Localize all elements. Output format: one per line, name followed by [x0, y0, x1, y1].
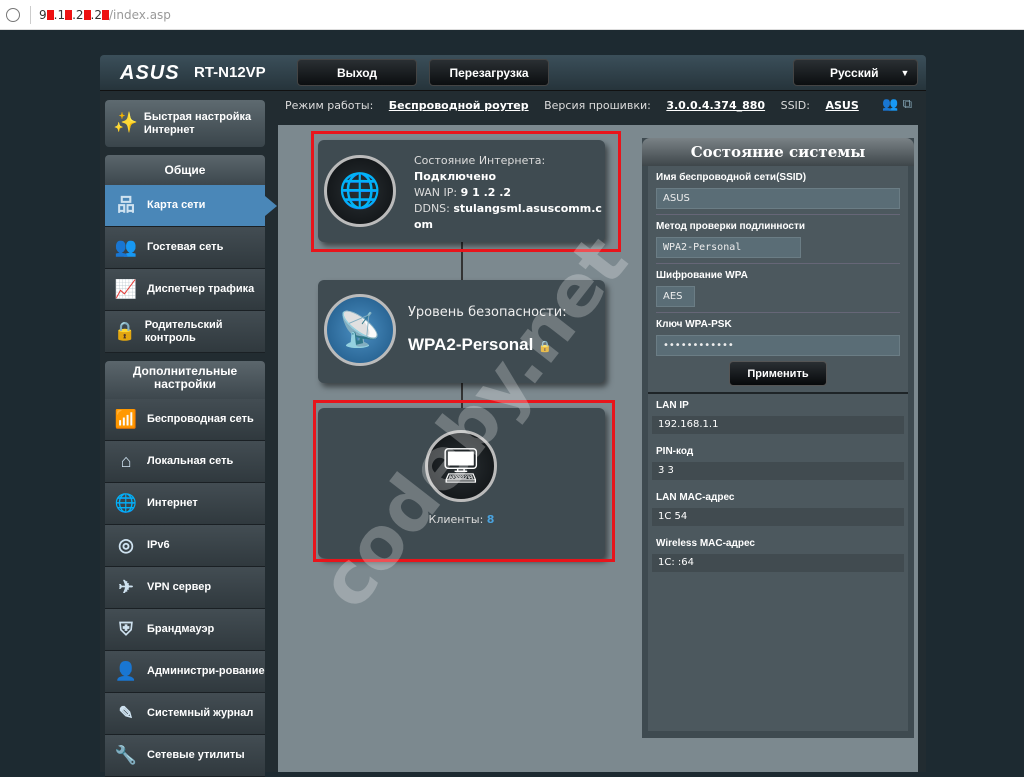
ssid-input[interactable]: ASUS	[656, 188, 900, 209]
windows-icon[interactable]: ⧉	[903, 97, 912, 112]
wpa-key-input[interactable]: ••••••••••••	[656, 335, 900, 356]
network-map-icon: 品	[117, 195, 135, 215]
lan-mac-value: 1C 54	[652, 508, 904, 526]
highlight-box	[313, 400, 615, 562]
url-text: 9	[39, 7, 47, 22]
ssid-label: SSID:	[780, 99, 810, 112]
pin-label: PIN-код	[656, 446, 694, 457]
sidebar-item[interactable]: 🌐 Интернет	[105, 483, 265, 525]
sidebar-item-label: VPN сервер	[147, 581, 212, 593]
header: ASUS RT-N12VP Выход Перезагрузка Русский…	[100, 55, 926, 91]
users-icon[interactable]: 👥	[882, 97, 898, 112]
lan-ip-label: LAN IP	[656, 400, 689, 411]
tools-icon: 🔧	[114, 745, 138, 765]
reboot-button[interactable]: Перезагрузка	[429, 59, 549, 86]
section-general: Общие	[105, 155, 265, 185]
security-title: Уровень безопасности:	[408, 305, 567, 320]
chevron-down-icon: ▼	[900, 67, 910, 78]
lan-ip-value: 192.168.1.1	[652, 416, 904, 434]
asus-logo: ASUS	[120, 62, 180, 84]
logout-button[interactable]: Выход	[297, 59, 417, 86]
section-advanced: Дополнительные настройки	[105, 361, 265, 399]
lock-icon: 🔒	[113, 321, 137, 341]
enc-value: AES	[663, 291, 683, 302]
security-value: WPA2-Personal	[408, 335, 534, 354]
traffic-icon: 📈	[114, 279, 138, 299]
mode-link[interactable]: Беспроводной роутер	[389, 99, 529, 112]
system-status-panel: Состояние системы Имя беспроводной сети(…	[642, 138, 914, 738]
sidebar-item-label: Родительский контроль	[144, 318, 223, 344]
sidebar-item-label: Беспроводная сеть	[147, 413, 254, 425]
sidebar-item-label: Карта сети	[147, 199, 206, 211]
guest-network-icon: 👥	[114, 237, 138, 257]
sidebar-item[interactable]: 🔧 Сетевые утилиты	[105, 735, 265, 777]
sidebar: ✨ Быстрая настройка Интернет Общие 品 Карта…	[105, 100, 277, 777]
enc-label: Шифрование WPA	[656, 270, 748, 281]
highlight-box	[311, 131, 621, 252]
sidebar-item-label: Брандмауэр	[147, 623, 215, 635]
fw-label: Версия прошивки:	[544, 99, 651, 112]
pin-value: 3 3	[652, 462, 904, 480]
sidebar-item-label: Сетевые утилиты	[147, 749, 245, 761]
sidebar-item-label: Интернет	[147, 497, 198, 509]
url-part: .2	[72, 7, 84, 22]
model-name: RT-N12VP	[194, 64, 266, 81]
quick-setup-label: Быстрая настройка Интернет	[143, 110, 252, 136]
sidebar-item[interactable]: ✎ Системный журнал	[105, 693, 265, 735]
wmac-label: Wireless MAC-адрес	[656, 538, 755, 549]
info-bar: Режим работы: Беспроводной роутер Версия…	[285, 99, 871, 112]
sidebar-item[interactable]: 品 Карта сети	[105, 185, 277, 227]
sidebar-item[interactable]: 👤 Администри-рование	[105, 651, 265, 693]
sidebar-item[interactable]: 🔒 Родительский контроль	[105, 311, 265, 353]
router-icon: 📡	[324, 294, 396, 366]
admin-icon: 👤	[114, 661, 138, 681]
language-select[interactable]: Русский ▼	[793, 59, 918, 86]
sidebar-item-label: Локальная сеть	[147, 455, 234, 467]
wifi-icon: 📶	[114, 409, 138, 429]
router-panel: ASUS RT-N12VP Выход Перезагрузка Русский…	[100, 55, 926, 777]
globe-icon	[6, 7, 20, 22]
lan-mac-label: LAN MAC-адрес	[656, 492, 735, 503]
sidebar-item[interactable]: ◎ IPv6	[105, 525, 265, 567]
sidebar-item-label: Системный журнал	[147, 707, 254, 719]
ssid-label: Имя беспроводной сети(SSID)	[656, 172, 807, 183]
mode-label: Режим работы:	[285, 99, 374, 112]
sidebar-item-label: IPv6	[147, 539, 170, 551]
log-icon: ✎	[118, 703, 134, 723]
shield-icon: ⛨	[119, 619, 133, 639]
quick-setup-button[interactable]: ✨ Быстрая настройка Интернет	[105, 100, 265, 147]
sidebar-item-label: Администри-рование	[147, 665, 265, 677]
vpn-icon: ✈	[118, 577, 134, 597]
sidebar-item[interactable]: 📈 Диспетчер трафика	[105, 269, 265, 311]
security-card[interactable]: 📡 Уровень безопасности: WPA2-Personal 🔒	[318, 280, 605, 383]
sidebar-item-label: Гостевая сеть	[147, 241, 224, 253]
lock-icon: 🔒	[538, 341, 552, 353]
address-bar[interactable]: 9 .1 .2 .2/index.asp	[0, 0, 1024, 30]
globe-icon: 🌐	[114, 493, 138, 513]
url-part: .2	[90, 7, 102, 22]
auth-value: WPA2-Personal	[663, 242, 742, 253]
sidebar-item[interactable]: 👥 Гостевая сеть	[105, 227, 265, 269]
sidebar-item[interactable]: 📶 Беспроводная сеть	[105, 399, 265, 441]
wmac-value: 1C: :64	[652, 554, 904, 572]
ipv6-icon: ◎	[118, 535, 134, 555]
url-part: .1	[53, 7, 66, 22]
auth-label: Метод проверки подлинности	[656, 221, 806, 232]
fw-link[interactable]: 3.0.0.4.374_880	[666, 99, 765, 112]
key-label: Ключ WPA-PSK	[656, 319, 732, 330]
ssid-link[interactable]: ASUS	[825, 99, 858, 112]
system-title: Состояние системы	[642, 138, 914, 166]
wand-icon: ✨	[113, 112, 138, 134]
apply-button[interactable]: Применить	[729, 361, 827, 386]
sidebar-item[interactable]: ⛨ Брандмауэр	[105, 609, 265, 651]
auth-select[interactable]: WPA2-Personal	[656, 237, 801, 258]
network-map: 🌐 Состояние Интернета: Подключено WAN IP…	[278, 125, 918, 772]
sidebar-item[interactable]: ✈ VPN сервер	[105, 567, 265, 609]
home-icon: ⌂	[120, 451, 132, 471]
enc-select[interactable]: AES	[656, 286, 695, 307]
language-value: Русский	[830, 65, 879, 80]
url-path: /index.asp	[109, 7, 171, 22]
sidebar-item[interactable]: ⌂ Локальная сеть	[105, 441, 265, 483]
sidebar-item-label: Диспетчер трафика	[147, 283, 255, 295]
